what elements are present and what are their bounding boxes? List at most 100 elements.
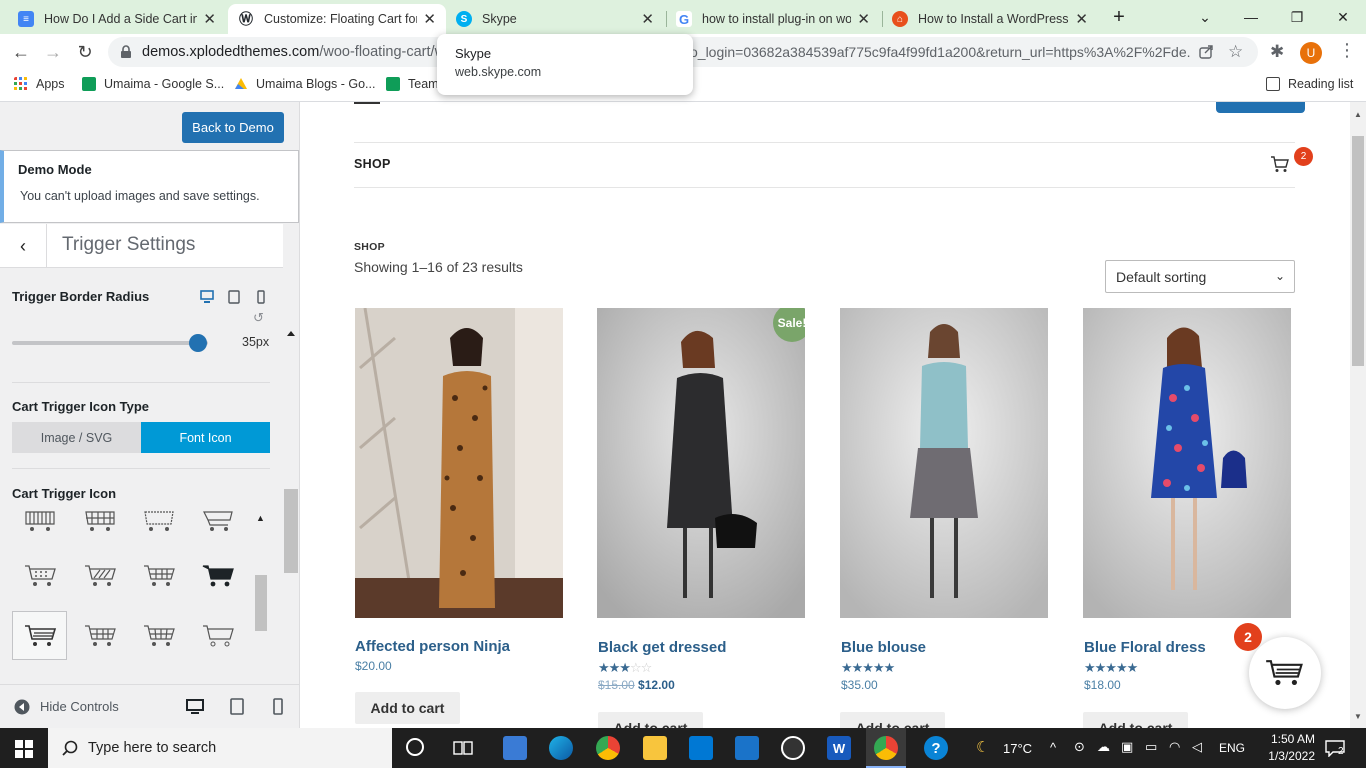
back-button[interactable]: ← <box>8 39 34 65</box>
cart-style-7-icon[interactable] <box>143 563 177 589</box>
file-explorer-icon[interactable] <box>643 736 667 760</box>
bookmark-apps[interactable]: Apps <box>14 77 65 91</box>
extensions-icon[interactable]: ✱ <box>1270 42 1284 62</box>
product-image[interactable]: Sale! <box>597 308 805 618</box>
tablet-device-icon[interactable] <box>227 290 241 304</box>
menu-dots-icon[interactable]: ⋮ <box>1338 40 1356 61</box>
section-back-button[interactable]: ‹ <box>0 224 47 268</box>
volume-icon[interactable]: ◁ <box>1192 739 1202 755</box>
cart-style-11-icon[interactable] <box>143 623 177 649</box>
close-tab-icon[interactable]: ✕ <box>203 10 216 28</box>
clock-date[interactable]: 1/3/2022 <box>1259 749 1315 763</box>
product-image[interactable] <box>355 308 563 618</box>
cart-style-5-icon[interactable] <box>24 563 58 589</box>
scroll-down-arrow[interactable]: ▼ <box>1354 712 1362 721</box>
add-to-cart-button[interactable]: Add to cart <box>840 712 945 728</box>
close-tab-icon[interactable]: ✕ <box>857 10 870 28</box>
product-image[interactable] <box>840 308 1048 618</box>
cart-style-2-icon[interactable] <box>84 508 118 534</box>
preview-mobile-icon[interactable] <box>271 698 285 716</box>
cart-style-12-icon[interactable] <box>202 623 236 649</box>
store-icon[interactable] <box>689 736 713 760</box>
minimize-button[interactable]: — <box>1228 4 1274 30</box>
add-to-cart-button[interactable]: Add to cart <box>355 692 460 724</box>
nav-shop-link[interactable]: SHOP <box>354 157 391 171</box>
cart-style-10-icon[interactable] <box>84 623 118 649</box>
panel-scrollbar[interactable] <box>284 224 298 674</box>
app-icon[interactable] <box>781 736 805 760</box>
icon-grid-scroll-up[interactable]: ▲ <box>256 513 265 523</box>
bookmark-star-icon[interactable]: ☆ <box>1228 42 1243 62</box>
tab-customize[interactable]: Ⓦ Customize: Floating Cart for W ✕ <box>228 4 446 34</box>
new-tab-button[interactable]: + <box>1096 4 1142 30</box>
add-to-cart-button[interactable]: Add to cart <box>1083 712 1188 728</box>
cart-style-3-icon[interactable] <box>143 508 177 534</box>
reload-button[interactable]: ↻ <box>72 39 98 65</box>
cart-style-4-icon[interactable] <box>202 508 236 534</box>
display-icon[interactable]: ▣ <box>1121 739 1133 755</box>
taskbar-search-box[interactable]: Type here to search <box>48 728 392 768</box>
wifi-icon[interactable]: ◠ <box>1169 739 1180 755</box>
cart-style-9-icon-selected[interactable] <box>24 623 58 649</box>
mobile-device-icon[interactable] <box>254 290 268 304</box>
preview-tablet-icon[interactable] <box>229 698 245 716</box>
icon-type-image-svg[interactable]: Image / SVG <box>12 422 141 453</box>
product-title[interactable]: Black get dressed <box>598 639 726 656</box>
camera-icon[interactable]: ⊙ <box>1074 739 1085 755</box>
desktop-app-icon[interactable] <box>503 736 527 760</box>
header-button-partial[interactable] <box>1216 102 1305 113</box>
profile-avatar[interactable]: U <box>1300 42 1322 64</box>
clock-time[interactable]: 1:50 AM <box>1261 732 1315 746</box>
edge-icon[interactable] <box>549 736 573 760</box>
bookmark-team[interactable]: Team <box>386 77 439 91</box>
bookmark-google-drive[interactable]: Umaima Blogs - Go... <box>234 77 375 91</box>
cart-style-6-icon[interactable] <box>84 563 118 589</box>
cart-style-8-icon[interactable] <box>202 563 236 589</box>
tab-side-cart[interactable]: ≡ How Do I Add a Side Cart in W ✕ <box>8 4 226 34</box>
close-window-button[interactable]: ✕ <box>1320 4 1366 30</box>
back-to-demo-button[interactable]: Back to Demo <box>182 112 284 143</box>
reset-icon[interactable]: ↺ <box>253 310 264 326</box>
sorting-select[interactable]: Default sorting ⌄ <box>1105 260 1295 293</box>
language-indicator[interactable]: ENG <box>1219 741 1245 755</box>
temperature[interactable]: 17°C <box>1003 741 1032 756</box>
product-image[interactable] <box>1083 308 1291 618</box>
word-icon[interactable]: W <box>827 736 851 760</box>
bookmark-google-sheets[interactable]: Umaima - Google S... <box>82 77 224 91</box>
product-title[interactable]: Blue blouse <box>841 639 926 656</box>
tab-search-icon[interactable]: ⌄ <box>1182 4 1228 30</box>
cart-style-1-icon[interactable] <box>24 508 58 534</box>
scroll-thumb[interactable] <box>1352 136 1364 366</box>
share-icon[interactable] <box>1198 44 1214 60</box>
collapse-icon[interactable] <box>14 699 30 715</box>
active-chrome-taskbar-item[interactable] <box>866 728 906 768</box>
task-view-icon[interactable] <box>453 739 473 757</box>
forward-button[interactable]: → <box>40 39 66 65</box>
tab-install-plugin[interactable]: G how to install plug-in on wor ✕ <box>666 4 880 34</box>
chrome-icon[interactable] <box>596 736 620 760</box>
reading-list[interactable]: Reading list <box>1266 77 1353 91</box>
add-to-cart-button[interactable]: Add to cart <box>598 712 703 728</box>
tab-install-wordpress[interactable]: ⌂ How to Install a WordPress P ✕ <box>882 4 1098 34</box>
border-radius-slider[interactable] <box>12 341 208 345</box>
mail-icon[interactable] <box>735 736 759 760</box>
close-tab-icon[interactable]: ✕ <box>641 10 654 28</box>
close-tab-icon[interactable]: ✕ <box>1075 10 1088 28</box>
floating-cart-trigger[interactable] <box>1249 637 1321 709</box>
onedrive-icon[interactable]: ☁ <box>1097 739 1110 755</box>
desktop-device-icon[interactable] <box>200 290 214 304</box>
hide-controls-button[interactable]: Hide Controls <box>40 699 119 714</box>
tab-skype[interactable]: S Skype ✕ <box>446 4 664 34</box>
icon-type-font-icon[interactable]: Font Icon <box>141 422 270 453</box>
preview-desktop-icon[interactable] <box>186 698 204 716</box>
page-scrollbar[interactable]: ▲ ▼ <box>1350 102 1366 728</box>
border-radius-slider-handle[interactable] <box>189 334 208 352</box>
windows-start-icon[interactable] <box>15 740 33 758</box>
weather-moon-icon[interactable]: ☾ <box>976 738 989 756</box>
tray-chevron-icon[interactable]: ^ <box>1050 740 1056 755</box>
help-icon[interactable]: ? <box>924 736 948 760</box>
restore-button[interactable]: ❐ <box>1274 4 1320 30</box>
cortana-icon[interactable] <box>406 738 424 756</box>
close-tab-icon[interactable]: ✕ <box>423 10 436 28</box>
product-title[interactable]: Affected person Ninja <box>355 638 510 655</box>
